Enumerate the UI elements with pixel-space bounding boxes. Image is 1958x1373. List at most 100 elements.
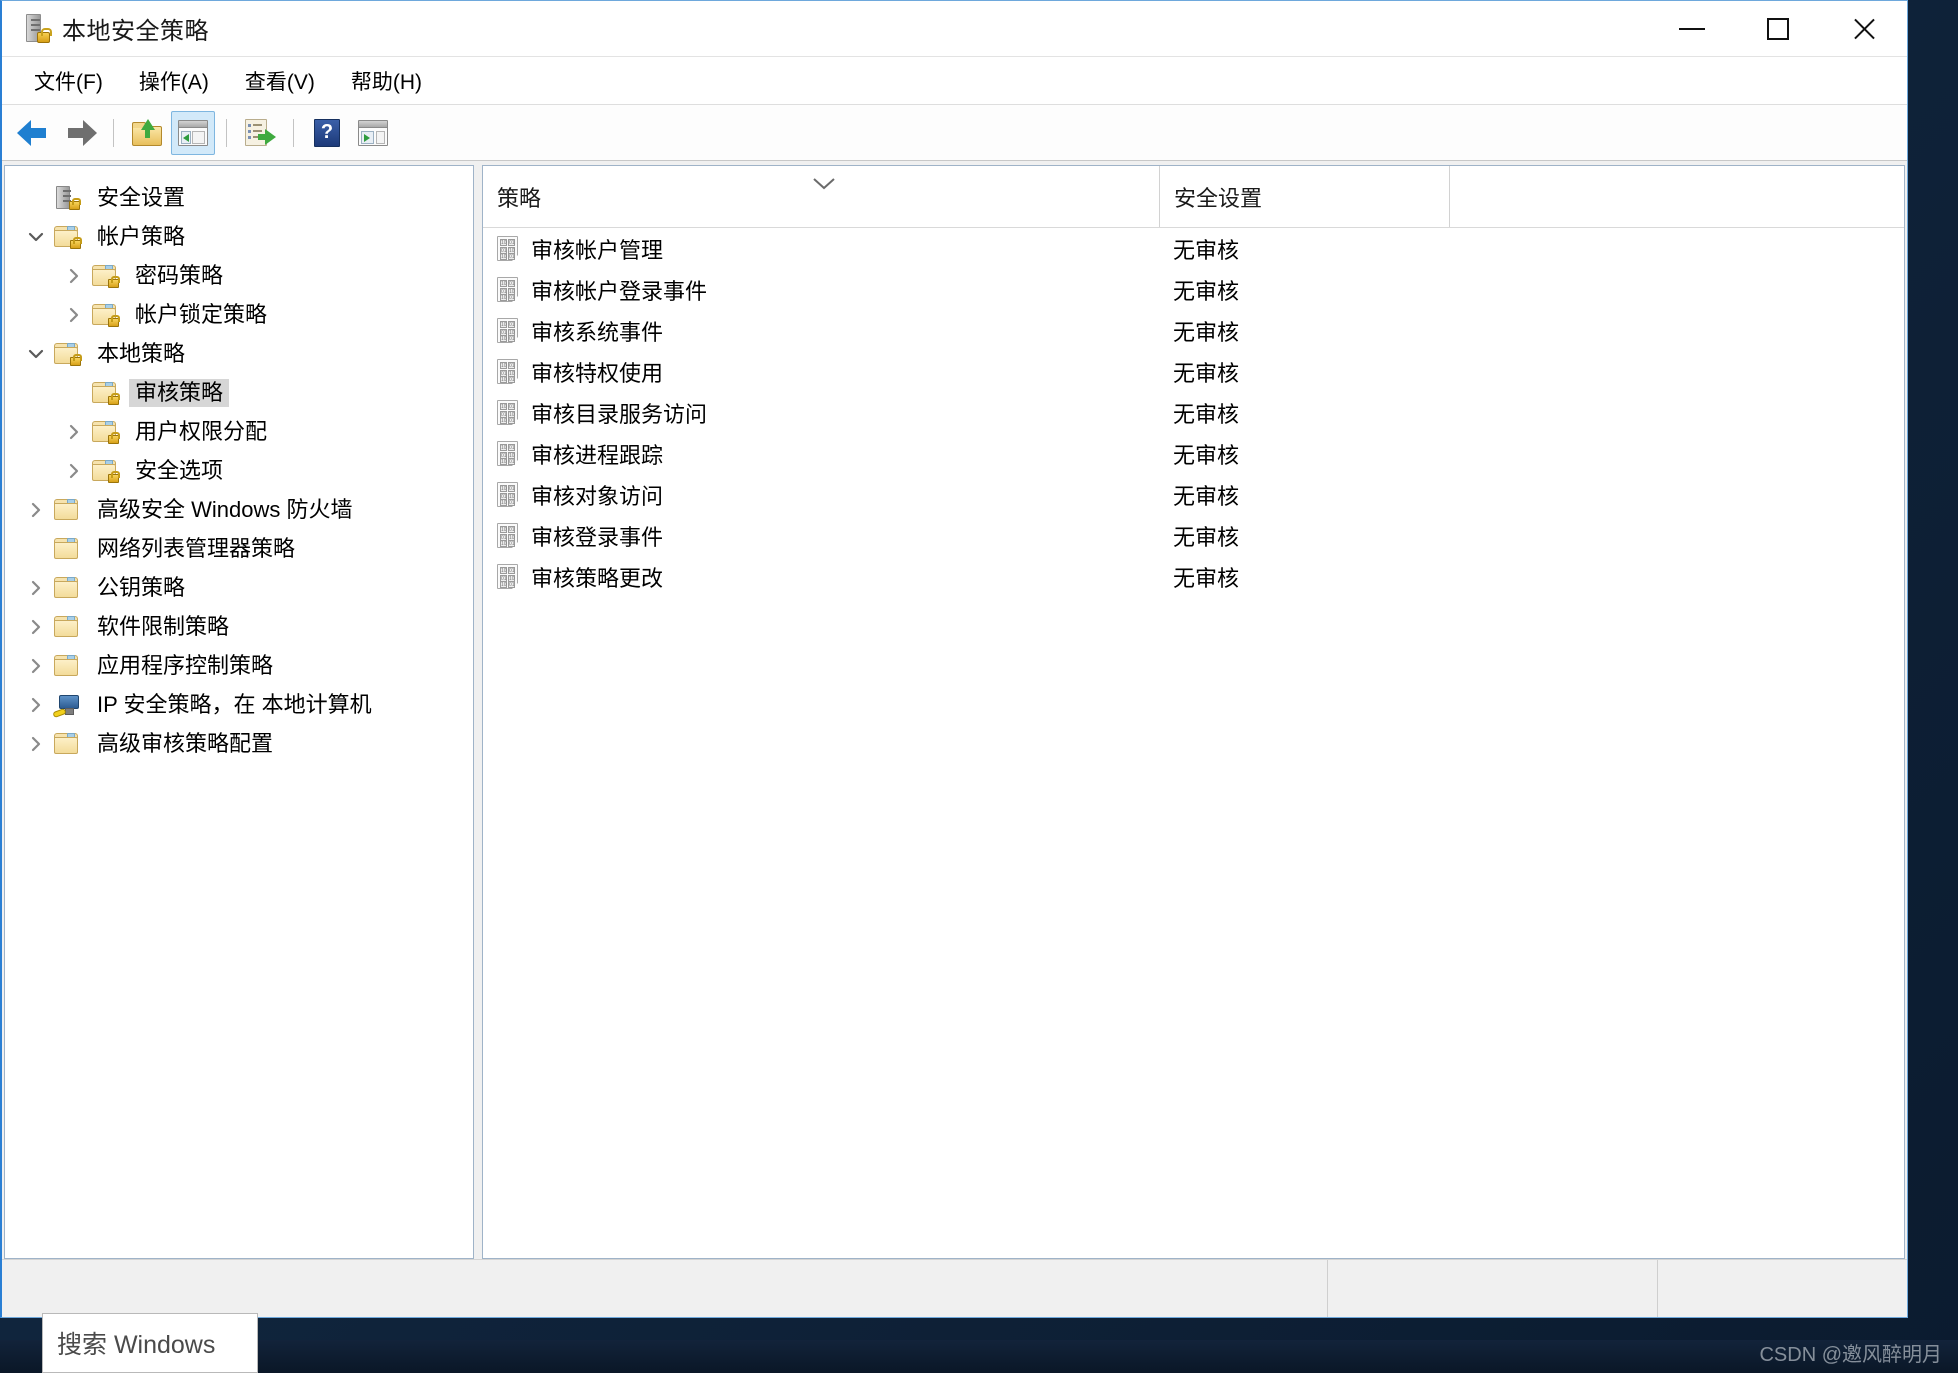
column-header-setting[interactable]: 安全设置 — [1159, 166, 1449, 227]
folder-lock-icon — [91, 381, 120, 405]
policy-row[interactable]: 10 01 01 10 10 01 审核登录事件 无审核 — [483, 515, 1904, 556]
policy-name-label: 审核策略更改 — [531, 565, 664, 591]
tree-item[interactable]: 软件限制策略 — [5, 607, 473, 646]
folder-lock-icon — [91, 420, 120, 444]
maximize-button[interactable] — [1735, 1, 1821, 56]
tree-item[interactable]: 帐户锁定策略 — [5, 295, 473, 334]
policy-setting-cell: 无审核 — [1173, 237, 1240, 263]
sort-descending-icon — [811, 172, 837, 198]
tree-item[interactable]: 审核策略 — [5, 373, 473, 412]
console-tree-pane: 安全设置帐户策略密码策略 帐户锁定策略本地策略审核策略 用户权限分配安全选项高级安全… — [4, 165, 474, 1259]
folder-icon — [53, 732, 81, 756]
list-column-headers: 策略 安全设置 — [483, 166, 1904, 228]
policy-name-cell: 10 01 01 10 10 01 审核进程跟踪 — [483, 438, 1159, 470]
taskbar-search-placeholder: 搜索 Windows — [57, 1331, 216, 1359]
policy-row[interactable]: 10 01 01 10 10 01 审核目录服务访问 无审核 — [483, 392, 1904, 433]
tree-item[interactable]: 网络列表管理器策略 — [5, 529, 473, 568]
chevron-right-icon[interactable] — [57, 461, 91, 481]
show-hide-tree-button[interactable] — [171, 110, 215, 155]
folder-lock-icon — [53, 225, 82, 249]
status-bar-main — [2, 1260, 1327, 1317]
tree-item-label: IP 安全策略，在 本地计算机 — [97, 691, 372, 717]
policy-row[interactable]: 10 01 01 10 10 01 审核进程跟踪 无审核 — [483, 433, 1904, 474]
policy-name-cell: 10 01 01 10 10 01 审核对象访问 — [483, 479, 1159, 511]
tree-item-label: 本地策略 — [97, 340, 186, 366]
toolbar-separator — [113, 118, 114, 147]
taskbar-search-box[interactable]: 搜索 Windows — [42, 1313, 258, 1373]
policy-name-label: 审核帐户管理 — [531, 237, 664, 263]
policy-name-label: 审核进程跟踪 — [531, 442, 664, 468]
tree-item[interactable]: 公钥策略 — [5, 568, 473, 607]
policy-row[interactable]: 10 01 01 10 10 01 审核策略更改 无审核 — [483, 556, 1904, 597]
tree-item-label: 安全设置 — [97, 184, 186, 210]
policy-row[interactable]: 10 01 01 10 10 01 审核对象访问 无审核 — [483, 474, 1904, 515]
menu-view[interactable]: 查看(V) — [231, 62, 329, 100]
forward-button[interactable] — [58, 111, 102, 155]
tree-item[interactable]: 应用程序控制策略 — [5, 646, 473, 685]
export-list-button[interactable] — [238, 111, 282, 155]
policy-name-cell: 10 01 01 10 10 01 审核帐户管理 — [483, 233, 1159, 265]
tree-item[interactable]: 高级安全 Windows 防火墙 — [5, 490, 473, 529]
tree-item[interactable]: 用户权限分配 — [5, 412, 473, 451]
chevron-right-icon[interactable] — [19, 617, 53, 637]
tree-item-label: 帐户策略 — [97, 223, 186, 249]
policy-setting-cell: 无审核 — [1173, 565, 1240, 591]
menu-action[interactable]: 操作(A) — [125, 62, 223, 100]
menu-help[interactable]: 帮助(H) — [337, 62, 436, 100]
folder-lock-icon — [91, 459, 120, 483]
policy-setting-cell: 无审核 — [1173, 483, 1240, 509]
policy-icon: 10 01 01 10 10 01 — [497, 399, 521, 426]
pane-splitter[interactable] — [474, 165, 482, 1259]
chevron-right-icon[interactable] — [57, 305, 91, 325]
security-settings-tree: 安全设置帐户策略密码策略 帐户锁定策略本地策略审核策略 用户权限分配安全选项高级安全… — [5, 166, 473, 763]
policy-row[interactable]: 10 01 01 10 10 01 审核帐户管理 无审核 — [483, 228, 1904, 269]
folder-lock-icon — [91, 264, 120, 288]
tree-item[interactable]: IP 安全策略，在 本地计算机 — [5, 685, 473, 724]
title-bar: 本地安全策略 — [2, 1, 1907, 57]
tree-item[interactable]: 帐户策略 — [5, 217, 473, 256]
policy-row[interactable]: 10 01 01 10 10 01 审核帐户登录事件 无审核 — [483, 269, 1904, 310]
column-header-policy[interactable]: 策略 — [483, 166, 1159, 227]
chevron-right-icon[interactable] — [57, 422, 91, 442]
minimize-button[interactable] — [1649, 1, 1735, 56]
policy-row[interactable]: 10 01 01 10 10 01 审核特权使用 无审核 — [483, 351, 1904, 392]
folder-icon — [53, 615, 81, 639]
tree-item-label: 公钥策略 — [97, 574, 186, 600]
chevron-right-icon[interactable] — [57, 266, 91, 286]
chevron-down-icon[interactable] — [19, 344, 53, 364]
tree-item-label: 安全选项 — [135, 457, 224, 483]
policy-icon: 10 01 01 10 10 01 — [497, 481, 521, 508]
policy-setting-cell: 无审核 — [1173, 319, 1240, 345]
tree-item[interactable]: 本地策略 — [5, 334, 473, 373]
chevron-right-icon[interactable] — [19, 500, 53, 520]
chevron-down-icon[interactable] — [19, 227, 53, 247]
tree-item[interactable]: 密码策略 — [5, 256, 473, 295]
help-button[interactable]: ? — [305, 111, 349, 155]
folder-icon — [53, 576, 81, 600]
policy-setting-cell: 无审核 — [1173, 442, 1240, 468]
chevron-right-icon[interactable] — [19, 734, 53, 754]
tree-item[interactable]: 高级审核策略配置 — [5, 724, 473, 763]
tree-item[interactable]: 安全设置 — [5, 178, 473, 217]
menu-file[interactable]: 文件(F) — [20, 62, 117, 100]
chevron-right-icon[interactable] — [19, 695, 53, 715]
policy-setting-cell: 无审核 — [1173, 278, 1240, 304]
policy-list-body: 10 01 01 10 10 01 审核帐户管理 无审核 10 01 01 10 10 01 审核帐户登录事… — [483, 228, 1904, 1258]
server-lock-icon — [53, 185, 81, 210]
policy-name-cell: 10 01 01 10 10 01 审核帐户登录事件 — [483, 274, 1159, 306]
tree-item[interactable]: 安全选项 — [5, 451, 473, 490]
tree-item-label: 网络列表管理器策略 — [97, 535, 296, 561]
up-one-level-button[interactable] — [125, 111, 169, 155]
policy-setting-cell: 无审核 — [1173, 360, 1240, 386]
chevron-right-icon[interactable] — [19, 656, 53, 676]
show-action-pane-button[interactable] — [351, 111, 395, 155]
policy-row[interactable]: 10 01 01 10 10 01 审核系统事件 无审核 — [483, 310, 1904, 351]
close-button[interactable] — [1821, 1, 1907, 56]
status-bar-section-1 — [1327, 1260, 1657, 1317]
chevron-right-icon[interactable] — [19, 578, 53, 598]
windows-taskbar — [0, 1340, 1958, 1373]
arrow-left-icon — [17, 119, 51, 146]
policy-name-cell: 10 01 01 10 10 01 审核目录服务访问 — [483, 397, 1159, 429]
status-bar — [2, 1259, 1907, 1317]
back-button[interactable] — [12, 111, 56, 155]
